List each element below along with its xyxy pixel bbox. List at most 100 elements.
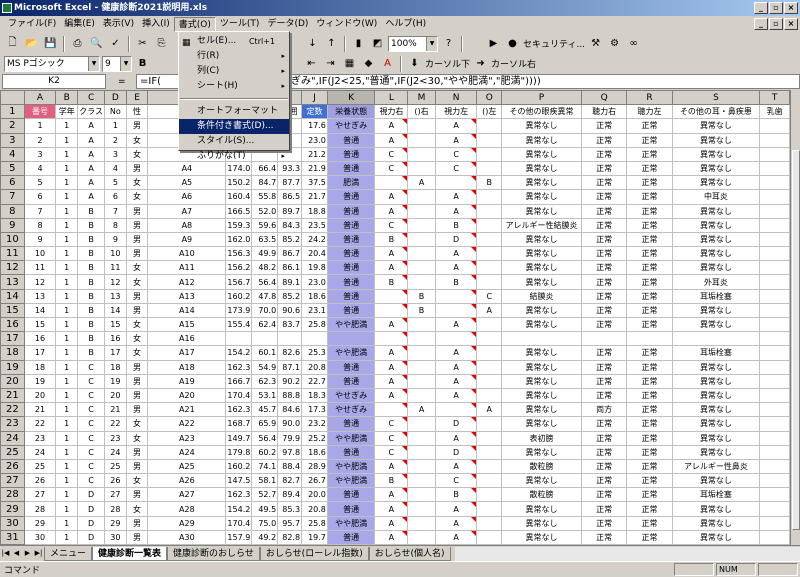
table-cell[interactable]: 4 [23, 160, 57, 177]
row-header[interactable]: 7 [0, 189, 25, 205]
header-cell[interactable]: 定数 [301, 104, 328, 120]
table-cell[interactable] [407, 515, 436, 531]
table-cell[interactable]: 154.2 [225, 501, 253, 517]
table-cell[interactable]: 15 [23, 316, 57, 333]
table-cell[interactable] [476, 231, 503, 248]
table-cell[interactable]: 1 [55, 444, 79, 460]
row-header[interactable]: 27 [0, 473, 25, 489]
table-cell[interactable]: 正常 [580, 146, 628, 162]
table-cell[interactable]: A6 [147, 189, 227, 205]
table-cell[interactable]: 正常 [626, 316, 673, 333]
sort-desc-icon[interactable]: ↑ [323, 35, 340, 52]
table-cell[interactable]: 異常なし [501, 175, 582, 191]
table-cell[interactable]: 女 [125, 316, 149, 333]
table-cell[interactable]: 1 [55, 203, 79, 219]
table-cell[interactable]: 耳垢栓塞 [671, 487, 761, 503]
help-icon[interactable]: ? [440, 35, 457, 52]
table-cell[interactable]: 女 [125, 175, 149, 191]
scroll-thumb[interactable] [792, 150, 800, 530]
table-cell[interactable]: A [434, 430, 478, 446]
table-cell[interactable]: 正常 [580, 217, 628, 233]
table-cell[interactable]: B [434, 487, 478, 503]
table-cell[interactable]: 男 [125, 487, 149, 503]
table-cell[interactable]: A26 [147, 473, 227, 489]
table-cell[interactable]: A21 [147, 402, 227, 418]
column-header[interactable]: K [326, 90, 376, 106]
table-cell[interactable]: 正常 [626, 246, 673, 262]
table-cell[interactable]: B [434, 217, 478, 233]
table-cell[interactable]: 男 [125, 246, 149, 262]
table-cell[interactable] [759, 473, 790, 489]
table-cell[interactable]: 30 [23, 529, 57, 545]
table-cell[interactable]: 異常なし [671, 160, 761, 177]
table-cell[interactable]: A18 [147, 359, 227, 375]
table-cell[interactable]: 男 [125, 458, 149, 475]
table-cell[interactable]: 156.7 [225, 274, 253, 290]
table-cell[interactable]: 1 [55, 487, 79, 503]
table-cell[interactable]: A14 [147, 302, 227, 319]
table-cell[interactable]: 正常 [580, 430, 628, 446]
table-cell[interactable] [407, 345, 436, 361]
table-cell[interactable] [374, 302, 409, 319]
table-cell[interactable] [759, 430, 790, 446]
table-cell[interactable]: 156.2 [225, 260, 253, 276]
table-cell[interactable]: 異常なし [671, 373, 761, 389]
table-cell[interactable]: A [434, 189, 478, 205]
table-cell[interactable] [374, 175, 409, 191]
table-cell[interactable] [407, 529, 436, 545]
table-cell[interactable]: 26 [104, 473, 127, 489]
table-cell[interactable] [476, 473, 503, 489]
table-cell[interactable]: 正常 [580, 458, 628, 475]
header-cell[interactable]: 性 [125, 104, 149, 120]
row-header[interactable]: 29 [0, 501, 25, 517]
table-cell[interactable]: A [476, 402, 503, 418]
table-cell[interactable]: 88.8 [277, 387, 303, 404]
row-header[interactable]: 17 [0, 331, 25, 347]
table-cell[interactable]: 70.0 [251, 302, 279, 319]
table-cell[interactable]: 1 [104, 118, 127, 134]
table-cell[interactable]: 正常 [626, 132, 673, 148]
table-cell[interactable]: 11 [23, 260, 57, 276]
table-cell[interactable]: C [374, 160, 409, 177]
table-cell[interactable]: A [374, 345, 409, 361]
table-cell[interactable]: D [77, 515, 106, 531]
table-cell[interactable]: 25.3 [301, 345, 328, 361]
run-macro-icon[interactable]: ▶ [485, 35, 502, 52]
table-cell[interactable]: 正常 [580, 359, 628, 375]
table-cell[interactable]: 女 [125, 430, 149, 446]
table-cell[interactable]: 18 [23, 359, 57, 375]
header-cell[interactable]: 番号 [23, 104, 57, 120]
table-cell[interactable]: 正常 [626, 515, 673, 531]
table-cell[interactable]: 普通 [326, 132, 376, 148]
table-cell[interactable]: 異常なし [501, 160, 582, 177]
table-cell[interactable]: B [77, 331, 106, 347]
table-cell[interactable]: 異常なし [671, 416, 761, 432]
table-cell[interactable]: 男 [125, 529, 149, 545]
table-cell[interactable]: 23 [23, 430, 57, 446]
table-cell[interactable]: 84.7 [251, 175, 279, 191]
row-header[interactable]: 4 [0, 146, 25, 162]
table-cell[interactable]: 27 [104, 487, 127, 503]
column-header[interactable]: O [476, 90, 503, 106]
table-cell[interactable]: 63.5 [251, 231, 279, 248]
table-cell[interactable]: 正常 [626, 529, 673, 545]
table-cell[interactable]: 男 [125, 203, 149, 219]
table-cell[interactable]: 19 [23, 373, 57, 389]
table-cell[interactable]: 普通 [326, 146, 376, 162]
table-cell[interactable]: 普通 [326, 302, 376, 319]
table-cell[interactable]: 19.7 [301, 529, 328, 545]
column-header[interactable]: C [77, 90, 106, 106]
table-cell[interactable]: A13 [147, 288, 227, 304]
table-cell[interactable]: 普通 [326, 274, 376, 290]
table-cell[interactable]: 正常 [626, 402, 673, 418]
table-cell[interactable]: 89.1 [277, 274, 303, 290]
table-cell[interactable]: 85.2 [277, 288, 303, 304]
table-cell[interactable]: 15 [104, 316, 127, 333]
table-cell[interactable]: 異常なし [501, 402, 582, 418]
table-cell[interactable]: 59.6 [251, 217, 279, 233]
table-cell[interactable] [759, 132, 790, 148]
table-cell[interactable]: 普通 [326, 246, 376, 262]
table-cell[interactable]: 1 [55, 146, 79, 162]
table-cell[interactable]: 47.8 [251, 288, 279, 304]
table-cell[interactable]: 男 [125, 288, 149, 304]
